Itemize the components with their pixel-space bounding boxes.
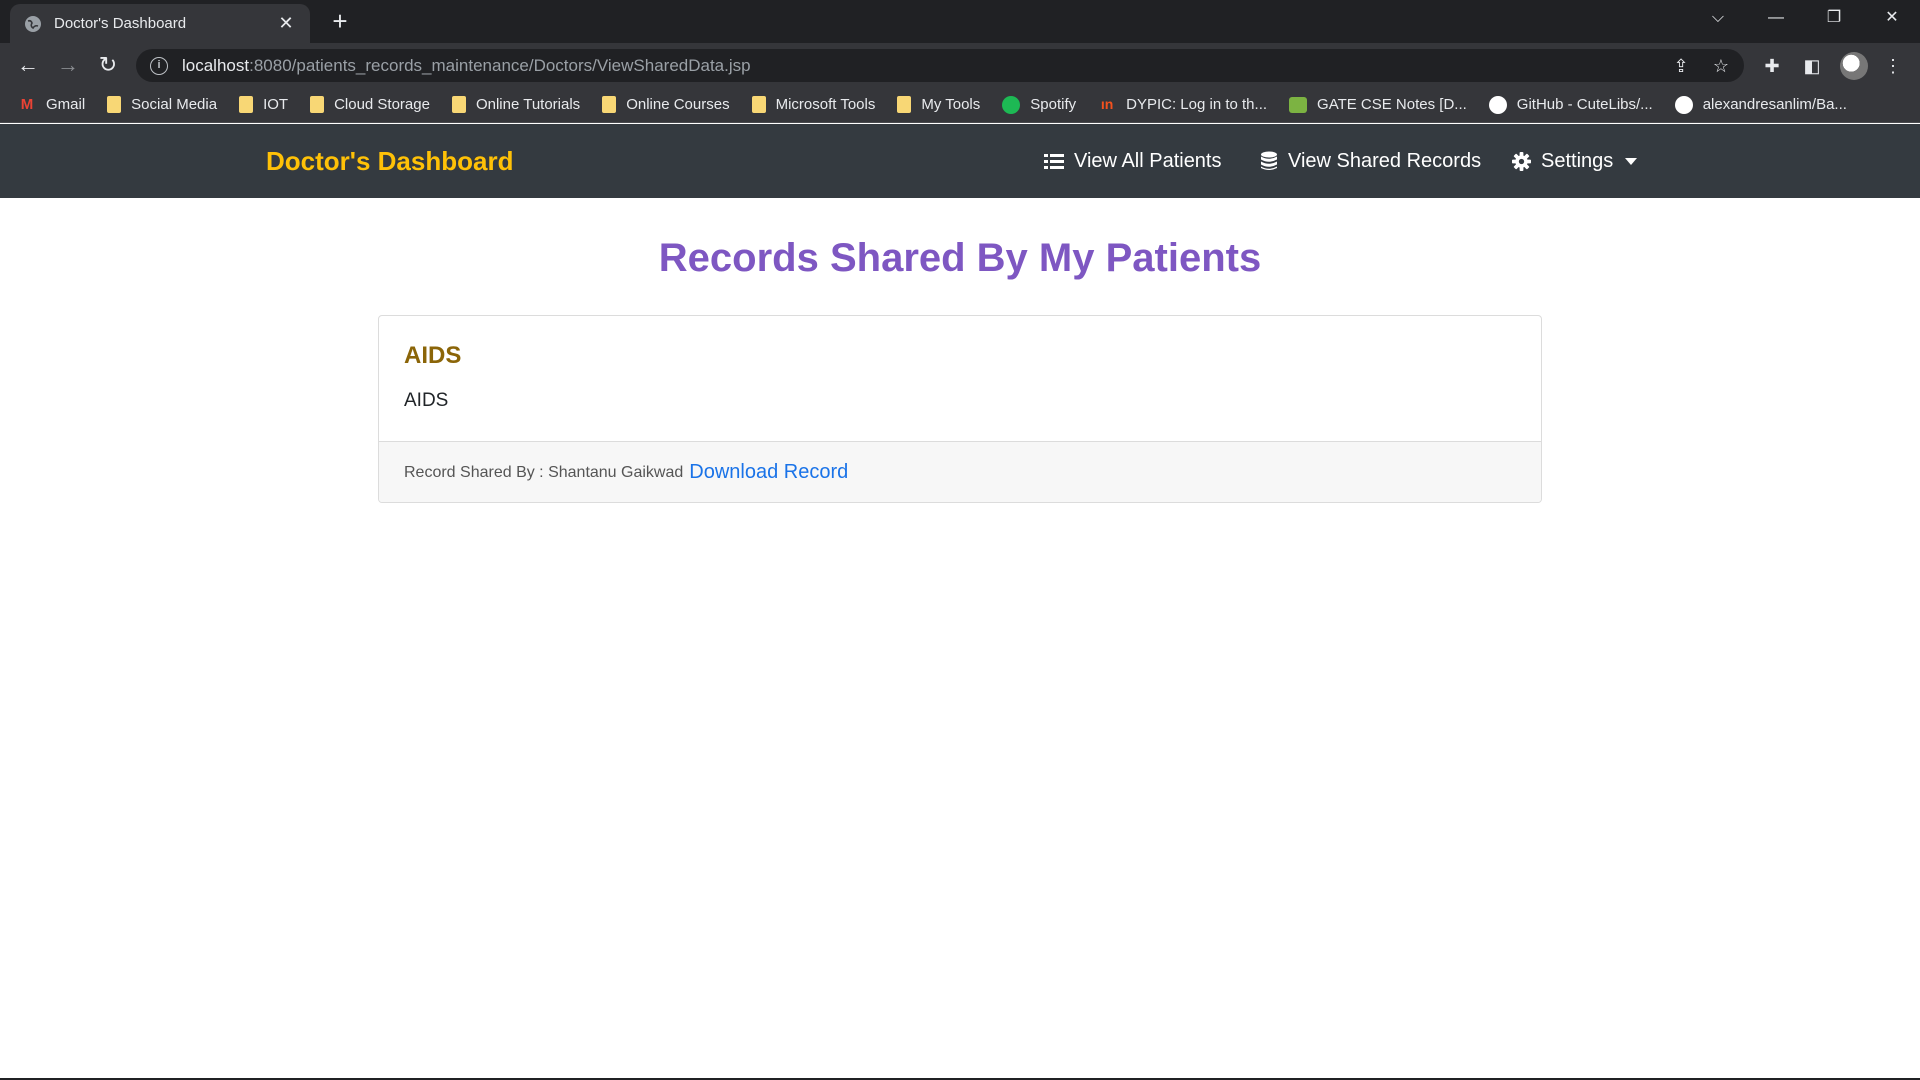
dypic-icon: ın bbox=[1100, 95, 1114, 112]
bookmark-item[interactable]: Social Media bbox=[107, 96, 217, 113]
gear-icon bbox=[1512, 151, 1531, 171]
browser-tab[interactable]: Doctor's Dashboard ✕ bbox=[10, 4, 310, 43]
bookmark-item[interactable]: Cloud Storage bbox=[310, 96, 430, 113]
bookmark-item[interactable]: M Gmail bbox=[18, 96, 85, 114]
globe-icon bbox=[25, 15, 41, 32]
github-icon bbox=[1488, 95, 1507, 114]
bookmark-item[interactable]: IOT bbox=[239, 96, 288, 113]
bookmark-item[interactable]: Online Courses bbox=[602, 96, 730, 113]
url-host: localhost bbox=[182, 55, 250, 75]
record-shared-by: Record Shared By : Shantanu Gaikwad bbox=[404, 463, 684, 481]
folder-icon bbox=[602, 96, 617, 113]
folder-icon bbox=[310, 96, 325, 113]
restore-icon[interactable]: ❐ bbox=[1806, 0, 1862, 36]
bookmark-item[interactable]: GitHub - CuteLibs/... bbox=[1488, 95, 1653, 114]
page-title: Records Shared By My Patients bbox=[658, 236, 1262, 280]
caret-down-icon bbox=[1625, 157, 1638, 165]
bookmark-star-icon[interactable]: ☆ bbox=[1710, 55, 1732, 77]
bookmark-item[interactable]: GATE CSE Notes [D... bbox=[1289, 96, 1467, 113]
browser-toolbar: ← → ↻ i localhost:8080/patients_records_… bbox=[0, 43, 1920, 87]
bookmark-item[interactable]: Spotify bbox=[1002, 95, 1076, 114]
nav-view-all-patients[interactable]: View All Patients bbox=[1044, 124, 1222, 198]
new-tab-icon[interactable]: + bbox=[325, 6, 355, 36]
folder-icon bbox=[451, 96, 466, 113]
back-icon[interactable]: ← bbox=[12, 49, 44, 81]
bookmark-item[interactable]: ın DYPIC: Log in to th... bbox=[1098, 96, 1267, 114]
nav-view-shared-records-label: View Shared Records bbox=[1288, 149, 1482, 172]
card-footer: Record Shared By : Shantanu Gaikwad Down… bbox=[379, 442, 1541, 502]
brand-link[interactable]: Doctor's Dashboard bbox=[266, 124, 513, 198]
extensions-icon[interactable]: ✚ bbox=[1759, 53, 1785, 79]
folder-icon bbox=[897, 96, 912, 113]
bookmark-item[interactable]: Online Tutorials bbox=[451, 96, 580, 113]
browser-tab-strip: Doctor's Dashboard ✕ + ⌵ — ❐ ✕ bbox=[0, 0, 1920, 43]
folder-icon bbox=[751, 96, 766, 113]
side-panel-icon[interactable]: ◧ bbox=[1799, 53, 1825, 79]
forward-icon[interactable]: → bbox=[52, 49, 84, 81]
github-icon bbox=[1674, 95, 1693, 114]
download-record-link[interactable]: Download Record bbox=[689, 461, 848, 484]
url-path: :8080/patients_records_maintenance/Docto… bbox=[249, 55, 751, 75]
share-icon[interactable]: ⇪ bbox=[1670, 55, 1692, 77]
list-icon bbox=[1044, 154, 1064, 169]
close-window-icon[interactable]: ✕ bbox=[1864, 0, 1920, 36]
folder-icon bbox=[239, 96, 254, 113]
reload-icon[interactable]: ↻ bbox=[92, 49, 124, 81]
spotify-icon bbox=[1002, 95, 1021, 114]
record-title: AIDS bbox=[404, 342, 462, 369]
bookmark-item[interactable]: alexandresanlim/Ba... bbox=[1674, 95, 1847, 114]
card-body: AIDS AIDS bbox=[379, 316, 1541, 442]
record-description: AIDS bbox=[404, 390, 449, 411]
tab-title: Doctor's Dashboard bbox=[54, 15, 187, 32]
nav-settings-label: Settings bbox=[1541, 149, 1614, 172]
nav-view-shared-records[interactable]: View Shared Records bbox=[1260, 124, 1481, 198]
bookmark-item[interactable]: Microsoft Tools bbox=[751, 96, 875, 113]
database-icon bbox=[1261, 151, 1277, 170]
minimize-icon[interactable]: — bbox=[1748, 0, 1804, 36]
folder-icon bbox=[107, 96, 122, 113]
nav-settings-dropdown[interactable]: Settings bbox=[1512, 124, 1638, 198]
nav-view-all-patients-label: View All Patients bbox=[1074, 149, 1222, 172]
menu-icon[interactable]: ⋮ bbox=[1880, 53, 1906, 79]
profile-avatar[interactable] bbox=[1840, 52, 1868, 80]
tab-search-icon[interactable]: ⌵ bbox=[1690, 0, 1746, 36]
site-info-icon[interactable]: i bbox=[150, 56, 168, 75]
tab-close-icon[interactable]: ✕ bbox=[276, 13, 296, 34]
bookmark-item[interactable]: My Tools bbox=[897, 96, 980, 113]
bookmarks-bar: M Gmail Social Media IOT Cloud Storage On… bbox=[0, 87, 1920, 123]
gmail-icon: M bbox=[20, 95, 34, 113]
gate-icon bbox=[1289, 96, 1308, 113]
shared-record-card: AIDS AIDS Record Shared By : Shantanu Ga… bbox=[378, 315, 1542, 503]
app-navbar: Doctor's Dashboard View All Patients Vie… bbox=[0, 124, 1920, 198]
address-bar[interactable]: i localhost:8080/patients_records_mainte… bbox=[136, 49, 1744, 82]
